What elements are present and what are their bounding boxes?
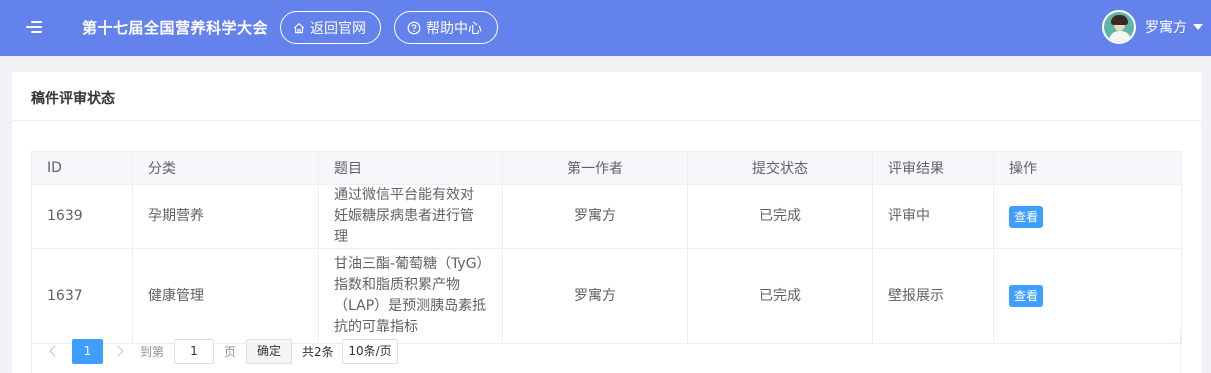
view-button[interactable]: 查看 [1009, 205, 1044, 228]
caret-down-icon[interactable] [1193, 24, 1203, 30]
confirm-button[interactable]: 确定 [246, 339, 292, 364]
question-circle-icon [407, 21, 421, 34]
column-header-author: 第一作者 [502, 151, 688, 185]
cell-category: 健康管理 [132, 248, 319, 344]
manuscript-table: ID 分类 题目 第一作者 提交状态 评审结果 操作 1639 孕期营养 通过微… [31, 151, 1182, 344]
cell-id: 1639 [31, 184, 133, 249]
chevron-left-icon[interactable] [49, 345, 61, 357]
app-title: 第十七届全国营养科学大会 [82, 19, 269, 37]
cell-title: 甘油三酯-葡萄糖（TyG）指数和脂质积累产物（LAP）是预测胰岛素抵抗的可靠指标 [318, 248, 503, 344]
goto-label: 到第 [140, 345, 165, 359]
cell-author: 罗寓方 [502, 184, 688, 249]
cell-status: 已完成 [687, 248, 873, 344]
cell-category: 孕期营养 [132, 184, 319, 249]
page-number-current[interactable]: 1 [72, 339, 103, 364]
column-header-status: 提交状态 [687, 151, 873, 185]
cell-author: 罗寓方 [502, 248, 688, 344]
top-header: 第十七届全国营养科学大会 返回官网 帮助中心 罗寓方 [0, 0, 1211, 56]
menu-toggle-icon[interactable] [26, 19, 42, 35]
cell-action: 查看 [993, 248, 1182, 344]
table-row: 1637 健康管理 甘油三酯-葡萄糖（TyG）指数和脂质积累产物（LAP）是预测… [31, 248, 1182, 344]
table-row: 1639 孕期营养 通过微信平台能有效对妊娠糖尿病患者进行管理 罗寓方 已完成 … [31, 184, 1182, 249]
cell-status: 已完成 [687, 184, 873, 249]
cell-title: 通过微信平台能有效对妊娠糖尿病患者进行管理 [318, 184, 503, 249]
pagination: 1 到第 1 页 确定 共2条 10条/页 [31, 331, 1181, 373]
column-header-category: 分类 [132, 151, 319, 185]
chevron-right-icon[interactable] [112, 345, 124, 357]
cell-id: 1637 [31, 248, 133, 344]
home-icon [293, 22, 305, 33]
goto-page-input[interactable]: 1 [174, 339, 214, 364]
cell-result: 评审中 [872, 184, 994, 249]
review-status-card: 稿件评审状态 ID 分类 题目 第一作者 提交状态 评审结果 操作 1639 孕… [12, 72, 1201, 373]
help-center-button[interactable]: 帮助中心 [394, 11, 498, 44]
table-header-row: ID 分类 题目 第一作者 提交状态 评审结果 操作 [31, 151, 1182, 185]
column-header-action: 操作 [993, 151, 1182, 185]
card-title: 稿件评审状态 [31, 91, 115, 107]
column-header-id: ID [31, 151, 133, 185]
divider [12, 120, 1201, 121]
cell-action: 查看 [993, 184, 1182, 249]
page-size-select[interactable]: 10条/页 [342, 339, 398, 364]
home-button[interactable]: 返回官网 [280, 11, 381, 44]
help-center-label: 帮助中心 [426, 20, 482, 37]
column-header-result: 评审结果 [872, 151, 994, 185]
avatar[interactable] [1102, 10, 1136, 44]
column-header-title: 题目 [318, 151, 503, 185]
total-count: 共2条 [302, 345, 334, 359]
page-unit-label: 页 [224, 345, 237, 359]
user-name[interactable]: 罗寓方 [1145, 17, 1187, 37]
cell-result: 壁报展示 [872, 248, 994, 344]
view-button[interactable]: 查看 [1009, 285, 1044, 307]
home-button-label: 返回官网 [310, 20, 366, 37]
user-menu[interactable]: 罗寓方 [1102, 9, 1203, 45]
